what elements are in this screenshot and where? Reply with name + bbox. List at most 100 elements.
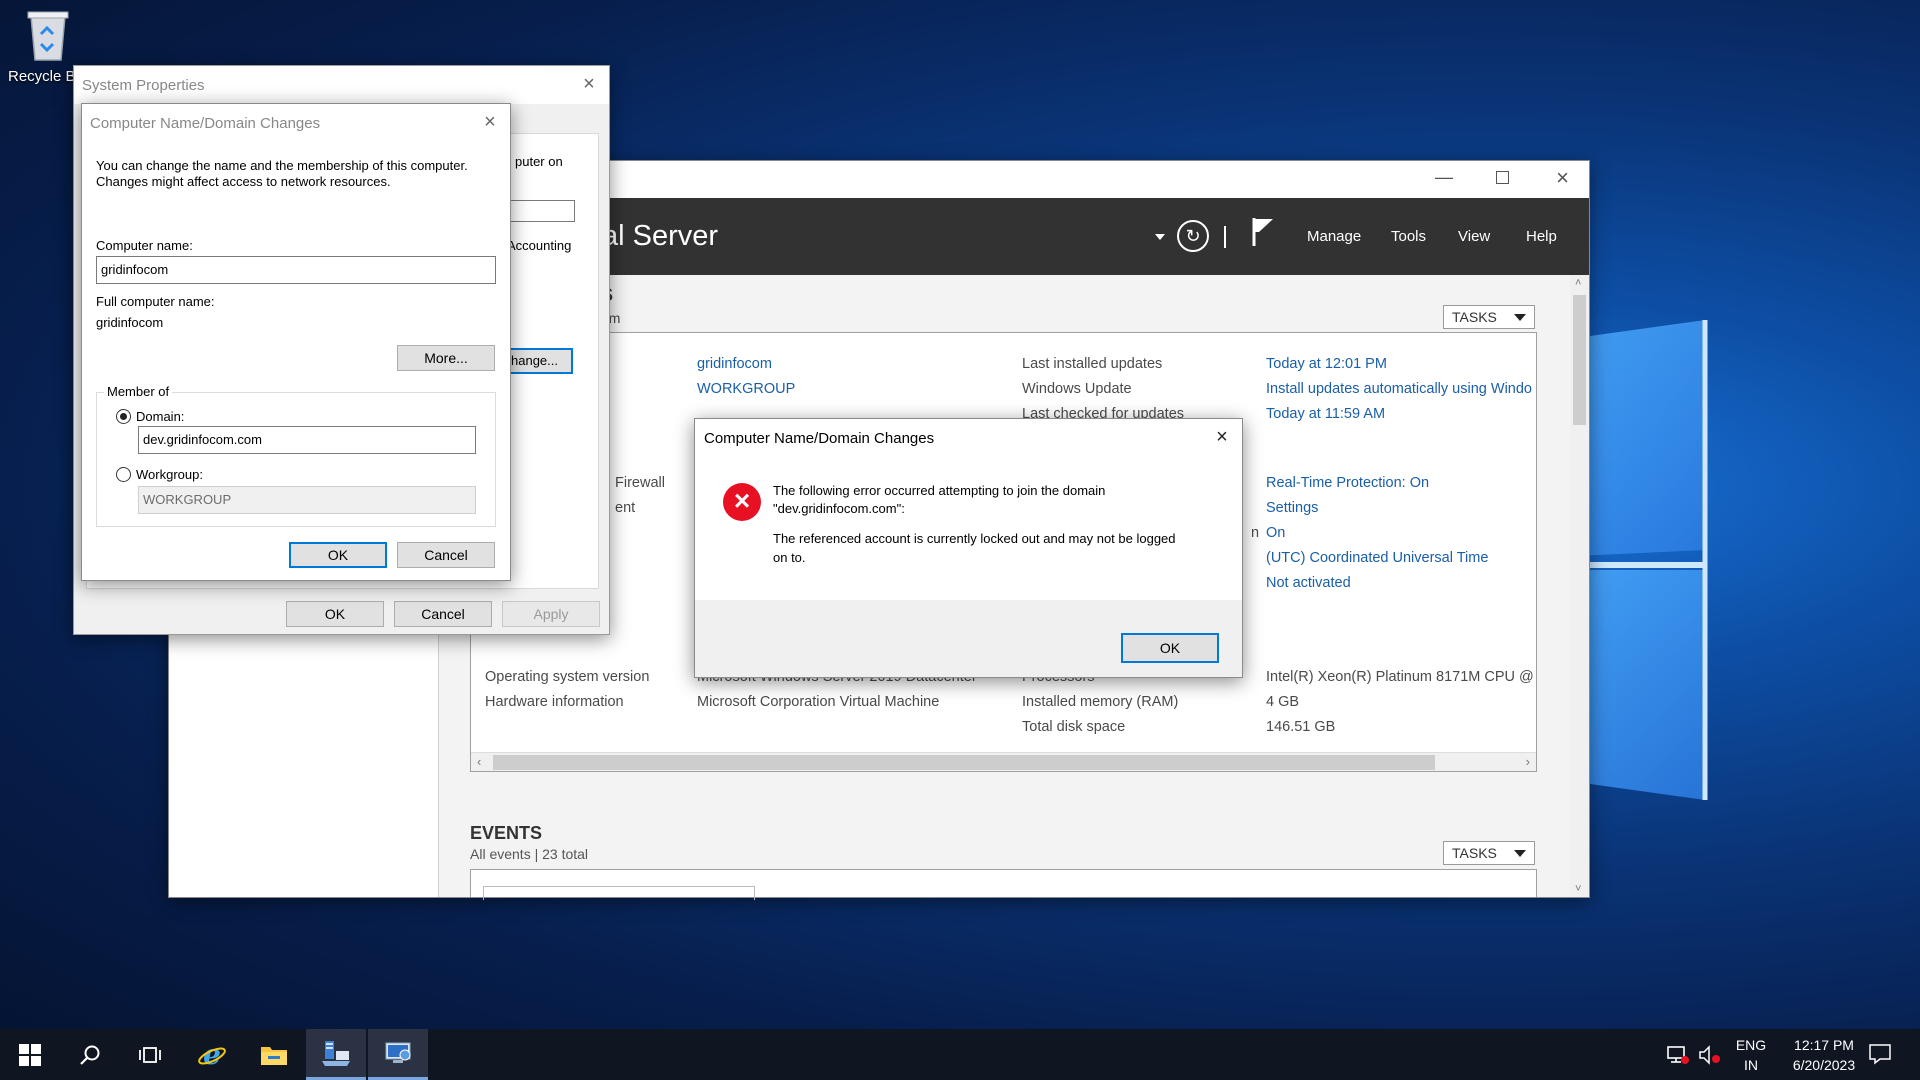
error-dialog: Computer Name/Domain Changes × × The fol… [694,418,1243,678]
folder-icon [261,1046,287,1065]
minimize-icon[interactable]: — [1435,167,1453,188]
language-indicator[interactable]: ENG IN [1733,1035,1769,1075]
events-subtitle: All events | 23 total [470,846,589,862]
taskbar-server-manager[interactable] [306,1029,366,1080]
workgroup-link[interactable]: WORKGROUP [697,381,795,397]
memory-label: Installed memory (RAM) [1022,694,1179,710]
chevron-down-icon[interactable] [1155,234,1165,240]
full-name-label: Full computer name: [96,294,215,309]
more-button[interactable]: More... [397,345,495,371]
error-dialog-content: × The following error occurred attemptin… [695,457,1242,600]
computer-name-label: Computer name: [96,238,193,253]
task-view-button[interactable] [120,1029,180,1080]
memory-value: 4 GB [1266,694,1300,710]
chevron-up-icon[interactable]: ˄ [1575,277,1581,289]
product-id-value[interactable]: Not activated [1266,575,1351,591]
scrollbar-thumb[interactable] [1573,295,1586,425]
chevron-down-icon [1514,314,1526,321]
full-name-value: gridinfocom [96,315,164,330]
close-icon[interactable]: × [579,74,599,95]
timezone-value[interactable]: (UTC) Coordinated Universal Time [1266,550,1488,566]
taskbar-system-properties[interactable] [368,1029,428,1080]
tasks-dropdown-properties[interactable]: TASKS [1443,305,1535,329]
disk-value: 146.51 GB [1266,719,1336,735]
windows-update-value[interactable]: Install updates automatically using Wind… [1266,381,1536,397]
server-manager-icon [322,1041,350,1066]
workgroup-input[interactable]: WORKGROUP [138,486,476,514]
windows-start-icon [19,1043,41,1066]
search-button[interactable] [60,1029,120,1080]
error-line-2: "dev.gridinfocom.com": [773,501,905,516]
domain-label: Domain: [136,409,185,424]
taskbar: e ENG IN 12:17 PM 6/20/2023 [0,1029,1920,1080]
horizontal-scrollbar[interactable]: ‹ › [471,752,1536,771]
volume-muted-icon[interactable] [1698,1044,1722,1069]
nav-help[interactable]: Help [1526,228,1557,245]
chevron-left-icon[interactable]: ‹ [477,754,481,769]
computer-name-dialog: Computer Name/Domain Changes × You can c… [81,103,511,581]
filter-input[interactable] [483,886,755,900]
refresh-icon[interactable]: ↻ [1177,220,1209,252]
tasks-dropdown-events[interactable]: TASKS [1443,841,1535,865]
maximize-icon[interactable] [1496,171,1509,184]
processors-value: Intel(R) Xeon(R) Platinum 8171M CPU @ [1266,669,1534,685]
system-properties-titlebar: System Properties × [74,66,609,104]
ok-button[interactable]: OK [286,601,384,627]
error-line-4: on to. [773,550,806,565]
feedback-settings-value[interactable]: Settings [1266,500,1318,516]
error-dialog-titlebar: Computer Name/Domain Changes × [695,419,1242,457]
nav-manage[interactable]: Manage [1307,228,1361,245]
chevron-right-icon[interactable]: › [1526,754,1530,769]
error-line-1: The following error occurred attempting … [773,483,1106,498]
start-button[interactable] [0,1029,60,1080]
computer-name-dialog-titlebar: Computer Name/Domain Changes × [82,104,510,142]
computer-name-input[interactable]: gridinfocom [96,256,496,284]
member-of-label: Member of [104,384,173,399]
flag-icon[interactable] [1251,216,1275,251]
system-properties-icon [385,1042,411,1063]
intro-text: You can change the name and the membersh… [96,158,468,189]
nav-tools[interactable]: Tools [1391,228,1426,245]
behind-field [507,200,575,222]
recycle-bin-label: Recycle Bin [8,68,80,85]
close-icon[interactable]: × [480,112,500,133]
close-icon[interactable]: × [1212,427,1232,448]
realtime-protection-value[interactable]: Real-Time Protection: On [1266,475,1429,491]
management-label: ent [615,500,636,516]
events-title: EVENTS [470,823,543,843]
scrollbar-thumb[interactable] [493,755,1435,770]
window-title: System Properties [82,76,205,94]
taskbar-internet-explorer[interactable]: e [182,1029,242,1080]
language-top: ENG [1735,1037,1767,1053]
close-icon[interactable]: × [1556,165,1569,191]
ok-button[interactable]: OK [289,542,387,568]
last-installed-value[interactable]: Today at 12:01 PM [1266,356,1387,372]
ie-esc-value[interactable]: On [1266,525,1285,541]
page-title: al Server [602,220,719,252]
error-icon: × [723,483,761,521]
domain-radio[interactable] [116,409,131,424]
taskbar-file-explorer[interactable] [244,1029,304,1080]
dialog-content: You can change the name and the membersh… [82,142,510,580]
domain-input[interactable]: dev.gridinfocom.com [138,426,476,454]
apply-button[interactable]: Apply [502,601,600,627]
behind-text-1: puter on [515,154,563,169]
vertical-scrollbar[interactable]: ˄ ˅ [1570,275,1589,897]
disk-label: Total disk space [1022,719,1126,735]
hardware-label: Hardware information [485,694,624,710]
chevron-down-icon[interactable]: ˅ [1575,883,1581,895]
last-checked-value[interactable]: Today at 11:59 AM [1266,406,1385,422]
recycle-bin-icon [23,8,73,62]
nav-view[interactable]: View [1458,228,1490,245]
ok-button[interactable]: OK [1121,633,1219,663]
workgroup-radio[interactable] [116,467,131,482]
clock[interactable]: 12:17 PM 6/20/2023 [1770,1035,1878,1075]
network-icon[interactable] [1666,1044,1690,1069]
cancel-button[interactable]: Cancel [394,601,492,627]
change-button[interactable]: hange... [505,348,573,374]
computer-name-link[interactable]: gridinfocom [697,356,772,372]
notifications-icon[interactable] [1868,1043,1892,1068]
separator [1224,226,1226,248]
task-view-icon [139,1046,161,1063]
cancel-button[interactable]: Cancel [397,542,495,568]
